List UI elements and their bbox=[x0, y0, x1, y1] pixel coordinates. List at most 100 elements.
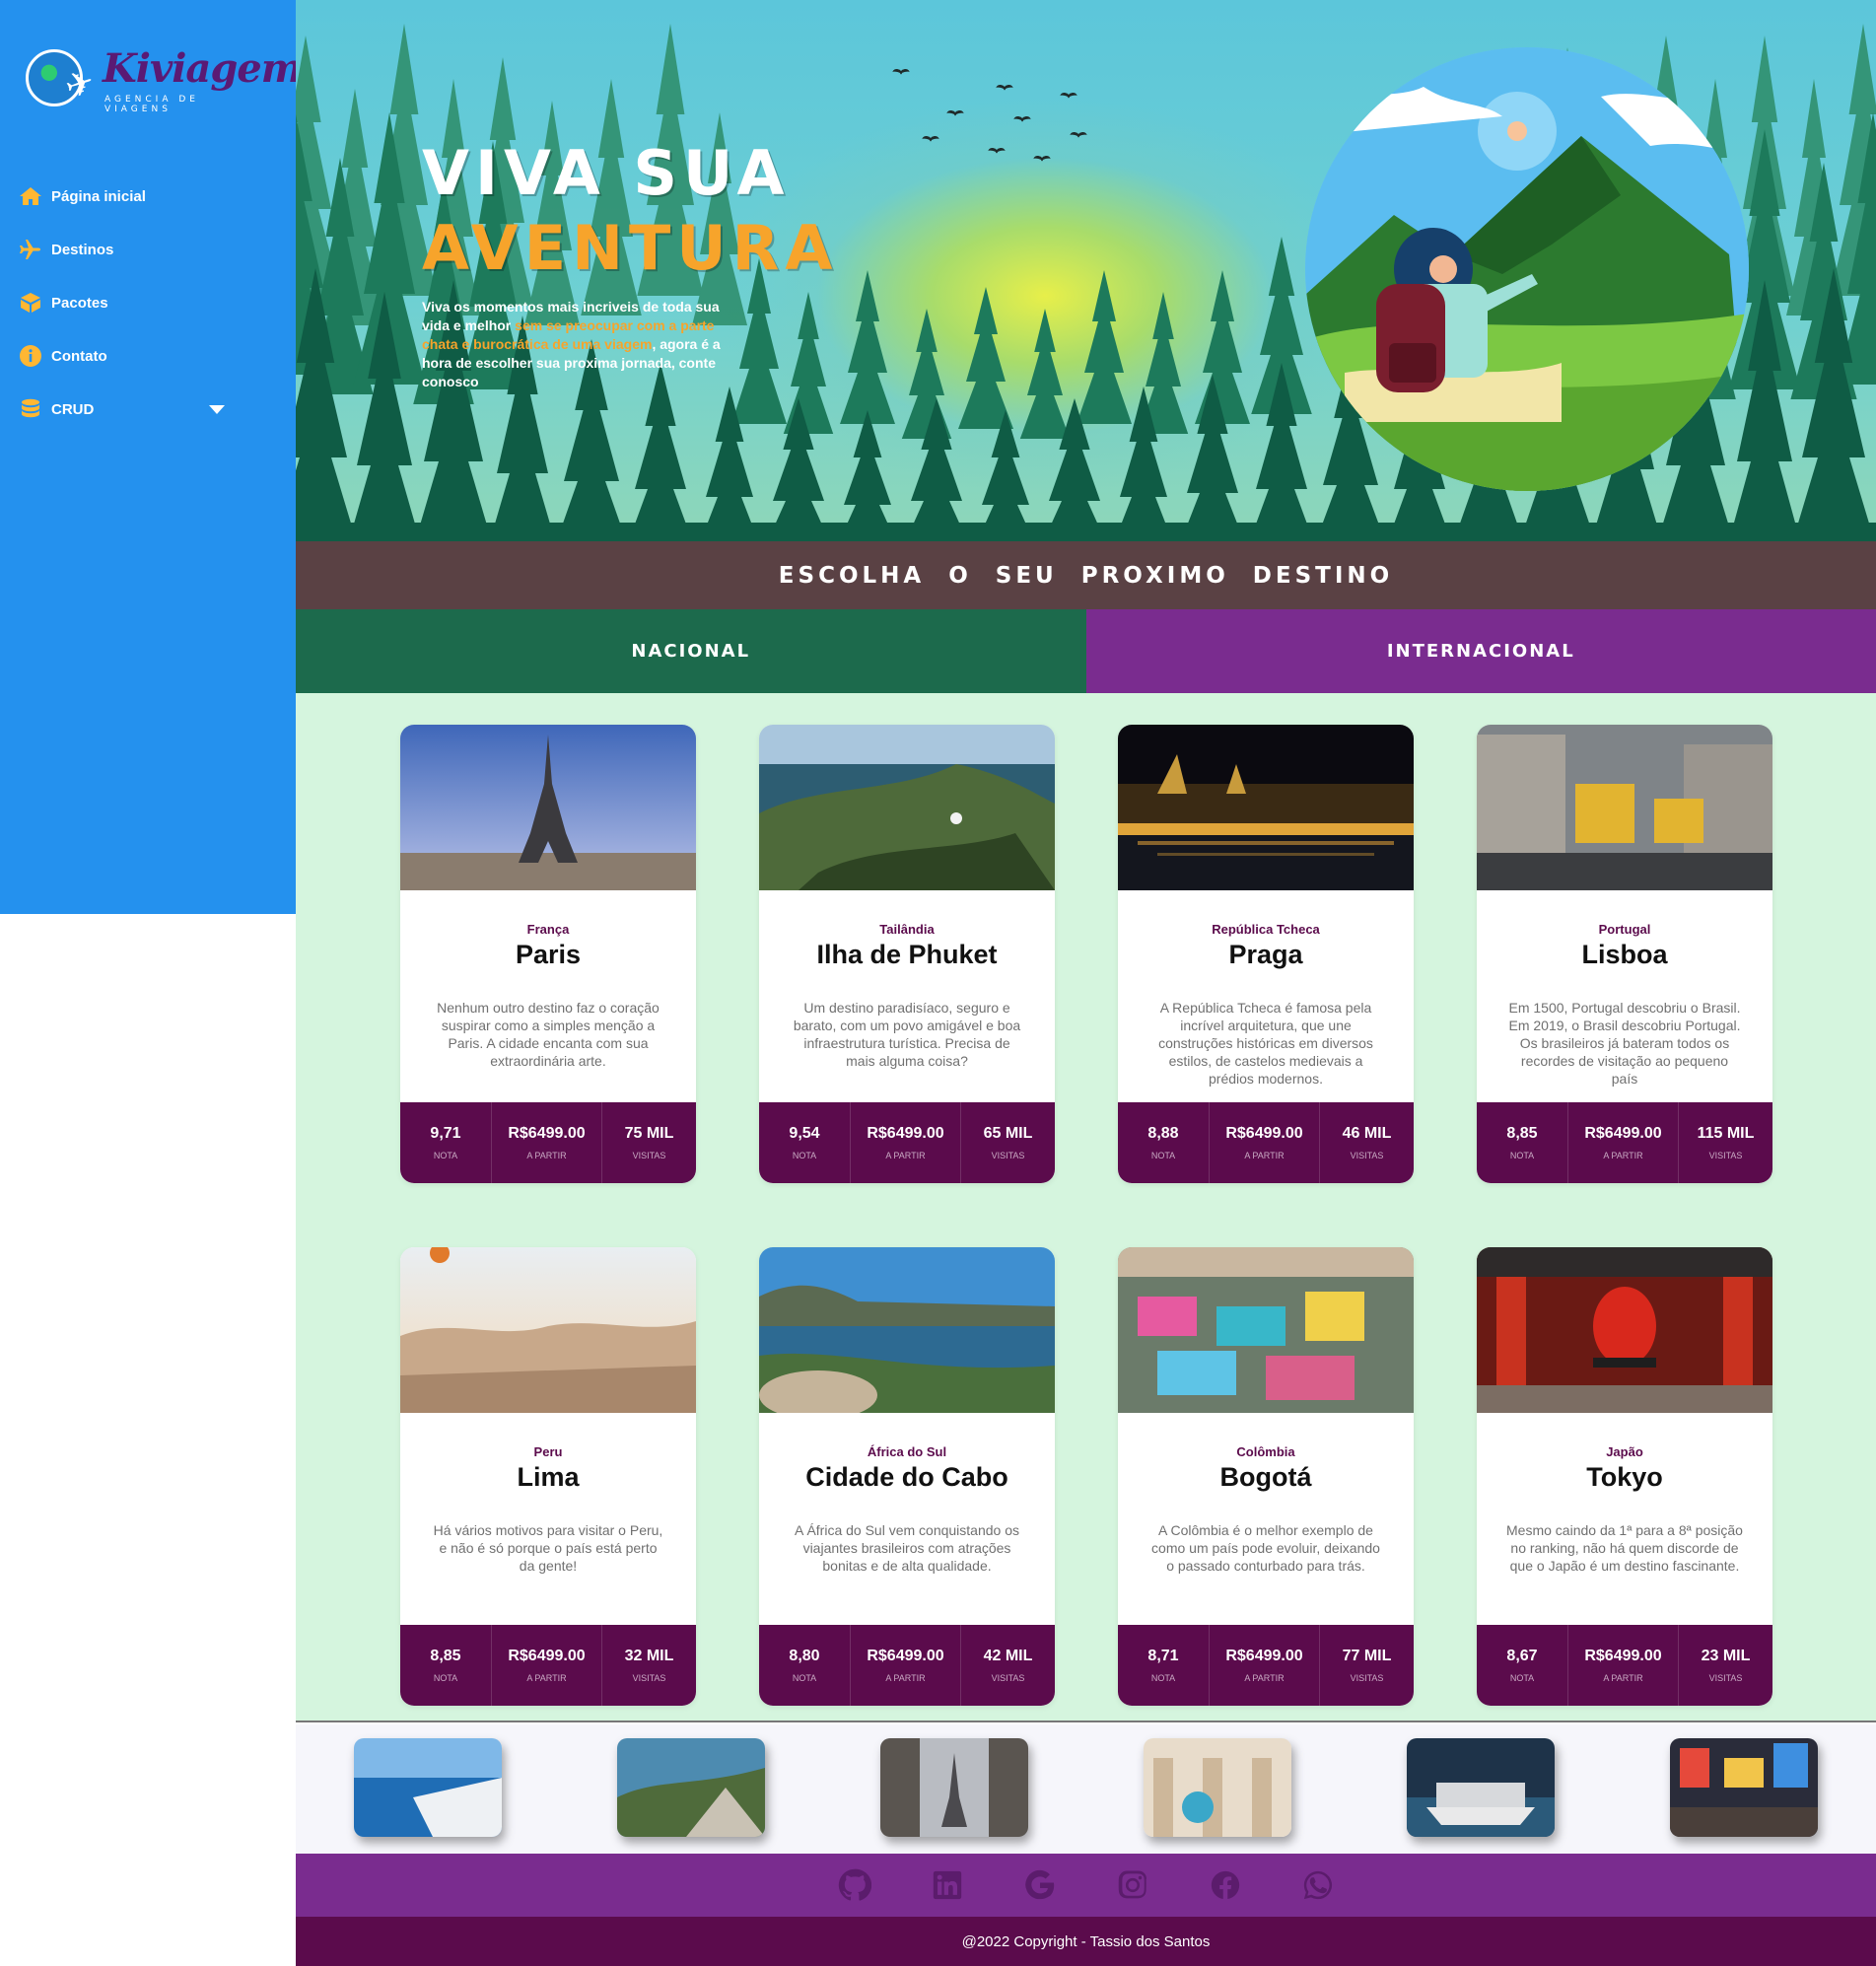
bird-icon bbox=[988, 148, 1006, 156]
stat-visits: 23 MIL VISITAS bbox=[1679, 1625, 1772, 1706]
rating-value: 8,85 bbox=[1506, 1125, 1538, 1142]
destination-card[interactable]: Colômbia Bogotá A Colômbia é o melhor ex… bbox=[1118, 1247, 1414, 1706]
price-label: A PARTIR bbox=[1603, 1673, 1643, 1683]
visits-value: 32 MIL bbox=[624, 1648, 674, 1664]
visits-value: 75 MIL bbox=[624, 1125, 674, 1142]
copyright-bar: @2022 Copyright - Tassio dos Santos bbox=[296, 1917, 1876, 1966]
destination-card[interactable]: Portugal Lisboa Em 1500, Portugal descob… bbox=[1477, 725, 1772, 1183]
destination-card[interactable]: Tailândia Ilha de Phuket Um destino para… bbox=[759, 725, 1055, 1183]
visits-label: VISITAS bbox=[632, 1151, 666, 1160]
sidebar-item-destinos[interactable]: Destinos bbox=[18, 223, 284, 276]
stat-price: R$6499.00 A PARTIR bbox=[492, 1102, 602, 1183]
card-country: França bbox=[526, 922, 570, 937]
stat-price: R$6499.00 A PARTIR bbox=[1210, 1625, 1320, 1706]
visits-value: 77 MIL bbox=[1342, 1648, 1392, 1664]
rating-label: NOTA bbox=[433, 1151, 458, 1160]
stat-rating: 8,67 NOTA bbox=[1477, 1625, 1568, 1706]
instagram-icon[interactable] bbox=[1116, 1868, 1149, 1902]
sidebar-item-label: Página inicial bbox=[51, 187, 146, 205]
stat-rating: 8,85 NOTA bbox=[1477, 1102, 1568, 1183]
gallery-thumbnail[interactable] bbox=[1407, 1738, 1555, 1837]
tab-nacional[interactable]: NACIONAL bbox=[296, 609, 1086, 693]
sidebar-item-crud[interactable]: CRUD bbox=[18, 383, 284, 436]
price-label: A PARTIR bbox=[885, 1151, 926, 1160]
card-city: Tokyo bbox=[1586, 1462, 1663, 1492]
chevron-down-icon[interactable] bbox=[209, 404, 225, 414]
sidebar-item-pacotes[interactable]: Pacotes bbox=[18, 276, 284, 329]
stat-rating: 9,71 NOTA bbox=[400, 1102, 492, 1183]
card-stats: 8,85 NOTA R$6499.00 A PARTIR 115 MIL VISITA… bbox=[1477, 1102, 1772, 1183]
bird-icon bbox=[996, 85, 1013, 93]
price-label: A PARTIR bbox=[1244, 1673, 1285, 1683]
sidebar-item-home[interactable]: Página inicial bbox=[18, 170, 284, 223]
hero-description: Viva os momentos mais incriveis de toda … bbox=[422, 298, 739, 391]
sidebar-item-contato[interactable]: Contato bbox=[18, 329, 284, 383]
visits-value: 42 MIL bbox=[983, 1648, 1033, 1664]
price-value: R$6499.00 bbox=[1584, 1125, 1662, 1142]
stat-visits: 42 MIL VISITAS bbox=[961, 1625, 1055, 1706]
visits-value: 65 MIL bbox=[983, 1125, 1033, 1142]
rating-label: NOTA bbox=[1150, 1673, 1176, 1683]
bird-icon bbox=[1033, 156, 1051, 164]
brand-logo[interactable]: ✈ Kiviagem AGENCIA DE VIAGENS bbox=[24, 45, 303, 114]
card-description: Um destino paradisíaco, seguro e barato,… bbox=[793, 1000, 1021, 1069]
rating-value: 8,71 bbox=[1147, 1648, 1179, 1664]
destination-card[interactable]: África do Sul Cidade do Cabo A África do… bbox=[759, 1247, 1055, 1706]
gallery-thumbnail[interactable] bbox=[1670, 1738, 1818, 1837]
destination-card[interactable]: República Tcheca Praga A República Tchec… bbox=[1118, 725, 1414, 1183]
card-stats: 8,71 NOTA R$6499.00 A PARTIR 77 MIL VISITAS bbox=[1118, 1625, 1414, 1706]
card-description: A Colômbia é o melhor exemplo de como um… bbox=[1151, 1522, 1380, 1574]
photo-gallery bbox=[296, 1724, 1876, 1854]
destination-cards: França Paris Nenhum outro destino faz o … bbox=[296, 693, 1876, 1722]
hero-title: VIVA SUA AVENTURA bbox=[422, 136, 838, 286]
hero-title-line2: AVENTURA bbox=[422, 212, 839, 284]
tab-internacional[interactable]: INTERNACIONAL bbox=[1085, 609, 1876, 693]
rating-value: 9,71 bbox=[430, 1125, 461, 1142]
bird-icon bbox=[1060, 93, 1077, 101]
copyright-text: @2022 Copyright - Tassio dos Santos bbox=[961, 1932, 1211, 1950]
gallery-thumbnail[interactable] bbox=[1144, 1738, 1291, 1837]
gallery-thumbnail[interactable] bbox=[354, 1738, 502, 1837]
price-value: R$6499.00 bbox=[867, 1125, 944, 1142]
visits-label: VISITAS bbox=[1708, 1673, 1743, 1683]
gallery-thumbnail[interactable] bbox=[880, 1738, 1028, 1837]
visits-label: VISITAS bbox=[632, 1673, 666, 1683]
card-stats: 9,71 NOTA R$6499.00 A PARTIR 75 MIL VISITAS bbox=[400, 1102, 696, 1183]
visits-label: VISITAS bbox=[991, 1151, 1025, 1160]
rating-label: NOTA bbox=[792, 1151, 817, 1160]
price-value: R$6499.00 bbox=[867, 1648, 944, 1664]
github-icon[interactable] bbox=[838, 1868, 872, 1902]
destination-photo bbox=[1477, 1247, 1772, 1413]
price-value: R$6499.00 bbox=[508, 1648, 586, 1664]
stat-visits: 115 MIL VISITAS bbox=[1679, 1102, 1772, 1183]
price-label: A PARTIR bbox=[526, 1151, 567, 1160]
destination-card[interactable]: Peru Lima Há vários motivos para visitar… bbox=[400, 1247, 696, 1706]
card-city: Lisboa bbox=[1581, 940, 1668, 969]
card-stats: 8,80 NOTA R$6499.00 A PARTIR 42 MIL VISITAS bbox=[759, 1625, 1055, 1706]
social-links-bar bbox=[296, 1854, 1876, 1917]
rating-label: NOTA bbox=[1509, 1151, 1535, 1160]
stat-rating: 8,85 NOTA bbox=[400, 1625, 492, 1706]
destination-card[interactable]: Japão Tokyo Mesmo caindo da 1ª para a 8ª… bbox=[1477, 1247, 1772, 1706]
rating-label: NOTA bbox=[1509, 1673, 1535, 1683]
card-description: Nenhum outro destino faz o coração suspi… bbox=[437, 1000, 660, 1069]
card-country: Portugal bbox=[1598, 922, 1651, 937]
visits-value: 23 MIL bbox=[1701, 1648, 1751, 1664]
facebook-icon[interactable] bbox=[1209, 1868, 1242, 1902]
price-value: R$6499.00 bbox=[508, 1125, 586, 1142]
destination-card[interactable]: França Paris Nenhum outro destino faz o … bbox=[400, 725, 696, 1183]
card-city: Ilha de Phuket bbox=[816, 940, 998, 969]
card-country: Peru bbox=[533, 1444, 563, 1459]
price-value: R$6499.00 bbox=[1225, 1648, 1303, 1664]
stat-visits: 77 MIL VISITAS bbox=[1320, 1625, 1414, 1706]
stat-price: R$6499.00 A PARTIR bbox=[1568, 1102, 1679, 1183]
gallery-thumbnail[interactable] bbox=[617, 1738, 765, 1837]
whatsapp-icon[interactable] bbox=[1301, 1868, 1335, 1902]
price-label: A PARTIR bbox=[1603, 1151, 1643, 1160]
linkedin-icon[interactable] bbox=[931, 1868, 964, 1902]
stat-rating: 8,88 NOTA bbox=[1118, 1102, 1210, 1183]
card-country: Tailândia bbox=[879, 922, 935, 937]
destination-photo bbox=[1118, 725, 1414, 890]
google-icon[interactable] bbox=[1023, 1868, 1057, 1902]
rating-value: 8,88 bbox=[1147, 1125, 1179, 1142]
